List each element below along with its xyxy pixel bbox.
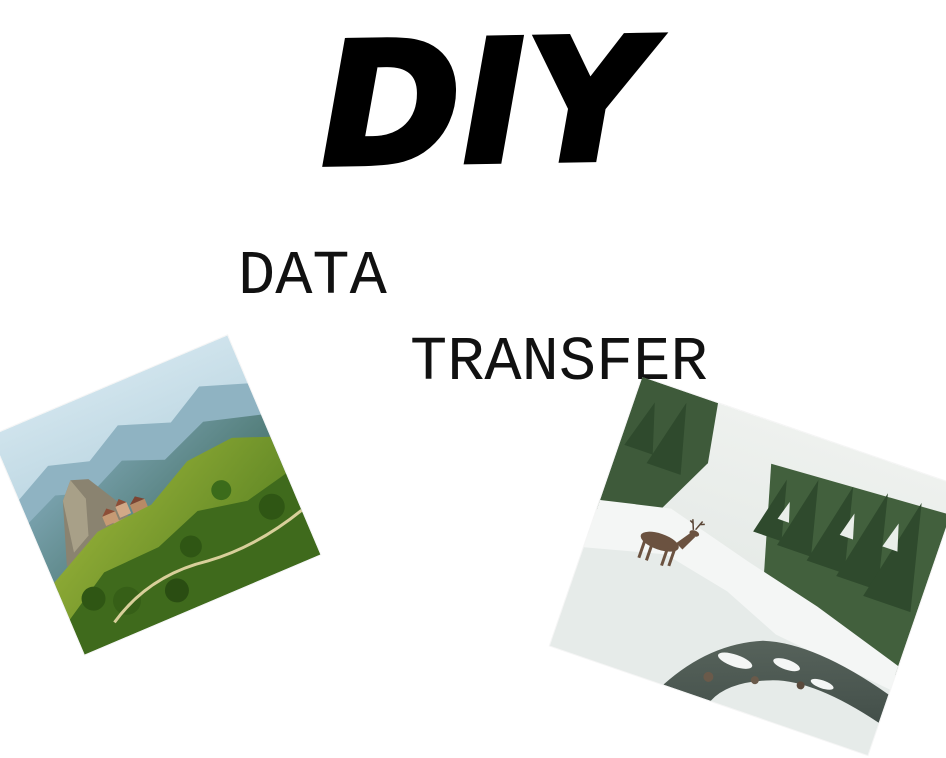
diy-title: DIY (317, 0, 656, 207)
mountain-village-picture (0, 335, 321, 655)
data-heading: DATA (238, 241, 387, 312)
snowy-forest-deer-photo (549, 377, 946, 755)
mountain-village-photo (0, 335, 321, 655)
snowy-forest-picture (549, 377, 946, 755)
